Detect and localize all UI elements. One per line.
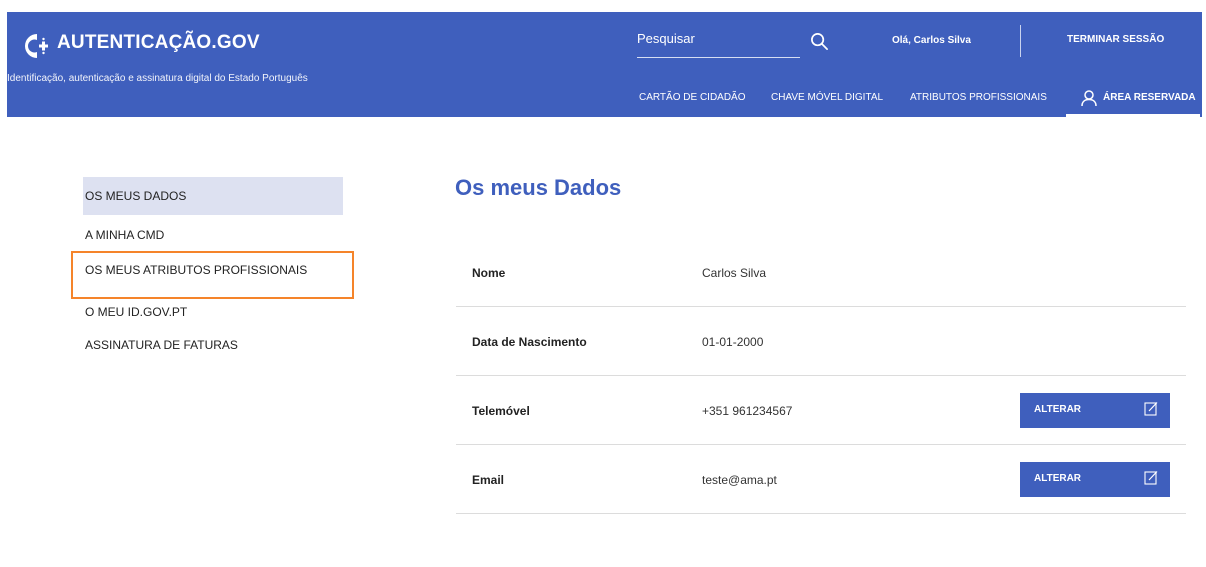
sidebar-item-assinatura-faturas[interactable]: ASSINATURA DE FATURAS [83, 338, 343, 352]
search-box [637, 24, 800, 58]
nav-item-label: ÁREA RESERVADA [1103, 92, 1196, 103]
alterar-email-button[interactable]: ALTERAR [1020, 462, 1170, 497]
data-row-email: Email teste@ama.pt ALTERAR [456, 445, 1186, 514]
row-value: Carlos Silva [702, 266, 767, 280]
button-label: ALTERAR [1034, 404, 1082, 415]
page-title: Os meus Dados [455, 175, 622, 200]
header-divider [1020, 25, 1021, 57]
user-greeting: Olá, Carlos Silva [892, 35, 971, 46]
nav-item-cartao-cidadao[interactable]: CARTÃO DE CIDADÃO [639, 92, 746, 103]
alterar-telemovel-button[interactable]: ALTERAR [1020, 393, 1170, 428]
search-icon[interactable] [810, 32, 829, 51]
button-label: ALTERAR [1034, 473, 1082, 484]
sidebar-item-id-gov-pt[interactable]: O MEU ID.GOV.PT [83, 305, 343, 319]
edit-icon [1144, 402, 1158, 416]
nav-item-chave-movel-digital[interactable]: CHAVE MÓVEL DIGITAL [771, 92, 883, 103]
row-value: 01-01-2000 [702, 335, 764, 349]
highlight-box [71, 251, 354, 299]
brand-title[interactable]: AUTENTICAÇÃO.GOV [57, 32, 260, 54]
row-value: +351 961234567 [702, 404, 793, 418]
nav-item-atributos-profissionais[interactable]: ATRIBUTOS PROFISSIONAIS [910, 92, 1047, 103]
row-label: Nome [472, 266, 506, 280]
row-label: Email [472, 473, 505, 487]
user-icon [1081, 90, 1097, 107]
logo-icon[interactable] [19, 31, 49, 61]
row-value: teste@ama.pt [702, 473, 777, 487]
row-label: Telemóvel [472, 404, 530, 418]
search-input[interactable] [637, 31, 797, 46]
row-label: Data de Nascimento [472, 335, 587, 349]
data-row-nome: Nome Carlos Silva [456, 238, 1186, 307]
sidebar-item-a-minha-cmd[interactable]: A MINHA CMD [83, 228, 343, 242]
sidebar-item-os-meus-dados[interactable]: OS MEUS DADOS [83, 177, 343, 215]
active-nav-indicator [1066, 114, 1200, 117]
edit-icon [1144, 471, 1158, 485]
site-tagline: Identificação, autenticação e assinatura… [7, 73, 308, 84]
data-row-data-nascimento: Data de Nascimento 01-01-2000 [456, 307, 1186, 376]
nav-item-area-reservada[interactable]: ÁREA RESERVADA [1066, 84, 1200, 117]
data-row-telemovel: Telemóvel +351 961234567 ALTERAR [456, 376, 1186, 445]
logout-button[interactable]: TERMINAR SESSÃO [1067, 34, 1164, 45]
site-header: AUTENTICAÇÃO.GOV Identificação, autentic… [7, 12, 1202, 117]
